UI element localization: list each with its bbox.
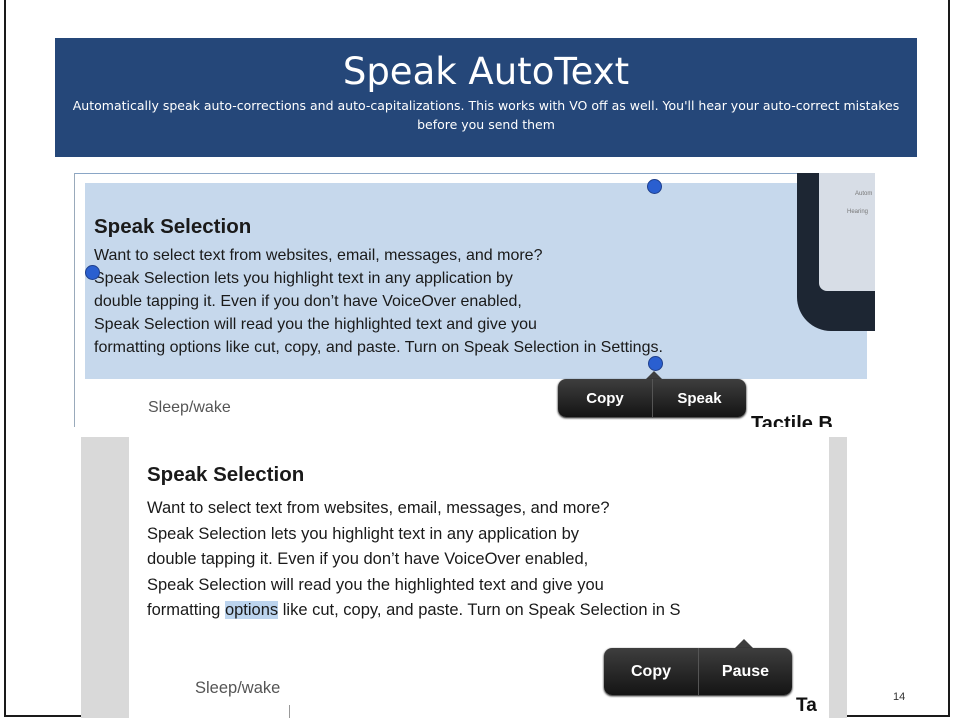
slide-subtitle: Automatically speak auto-corrections and… — [72, 98, 900, 132]
pause-button[interactable]: Pause — [699, 648, 792, 695]
copy-pause-popup: Copy Pause — [604, 648, 792, 695]
slide-title: Speak AutoText — [342, 50, 630, 93]
body-line: Want to select text from websites, email… — [94, 247, 543, 264]
copy-button[interactable]: Copy — [558, 379, 652, 417]
body-line: Speak Selection lets you highlight text … — [94, 270, 513, 287]
sleep-wake-label: Sleep/wake — [148, 399, 231, 416]
speak-selection-screenshot-highlighted: Autom Hearing Speak Selection Want to se… — [74, 173, 875, 427]
body-line: double tapping it. Even if you don’t hav… — [147, 550, 589, 568]
body-line: Speak Selection will read you the highli… — [147, 575, 604, 594]
tactile-label: Tactile B — [751, 413, 833, 427]
page-number: 14 — [893, 691, 906, 703]
divider-line — [289, 705, 290, 718]
selection-handle-top[interactable] — [647, 179, 662, 194]
speak-selection-heading: Speak Selection — [94, 215, 252, 238]
body-line: formatting options like cut, copy, and p… — [94, 339, 663, 356]
speak-selection-screenshot-word: Speak Selection Want to select text from… — [81, 437, 847, 718]
body-line-last: formatting options like cut, copy, and p… — [147, 598, 847, 624]
title-banner: Speak AutoText Automatically speak auto-… — [55, 38, 917, 157]
copy-speak-popup: Copy Speak — [558, 379, 746, 417]
body-line: Speak Selection will read you the highli… — [94, 316, 537, 333]
speak-selection-body: Want to select text from websites, email… — [94, 244, 874, 359]
text-before-selection: formatting — [147, 601, 225, 619]
screenshot-page: Speak Selection Want to select text from… — [129, 437, 829, 718]
selection-top-edge — [75, 173, 875, 174]
text-after-selection: like cut, copy, and paste. Turn on Speak… — [278, 601, 681, 619]
sleep-wake-label: Sleep/wake — [195, 679, 281, 697]
speak-selection-heading: Speak Selection — [147, 463, 305, 486]
selected-word[interactable]: options — [224, 601, 279, 619]
selection-handle-bottom[interactable] — [648, 356, 663, 371]
selection-handle-left[interactable] — [85, 265, 100, 280]
speak-selection-body: Want to select text from websites, email… — [147, 496, 847, 624]
speak-button[interactable]: Speak — [653, 379, 746, 417]
popup-caret — [735, 639, 753, 648]
tactile-label: Ta — [796, 695, 817, 716]
copy-button[interactable]: Copy — [604, 648, 698, 695]
phone-label: Autom — [855, 191, 873, 197]
body-line: Want to select text from websites, email… — [147, 499, 610, 517]
body-line: Speak Selection lets you highlight text … — [147, 524, 580, 543]
phone-label: Hearing — [847, 209, 869, 215]
body-line: double tapping it. Even if you don’t hav… — [94, 293, 522, 310]
